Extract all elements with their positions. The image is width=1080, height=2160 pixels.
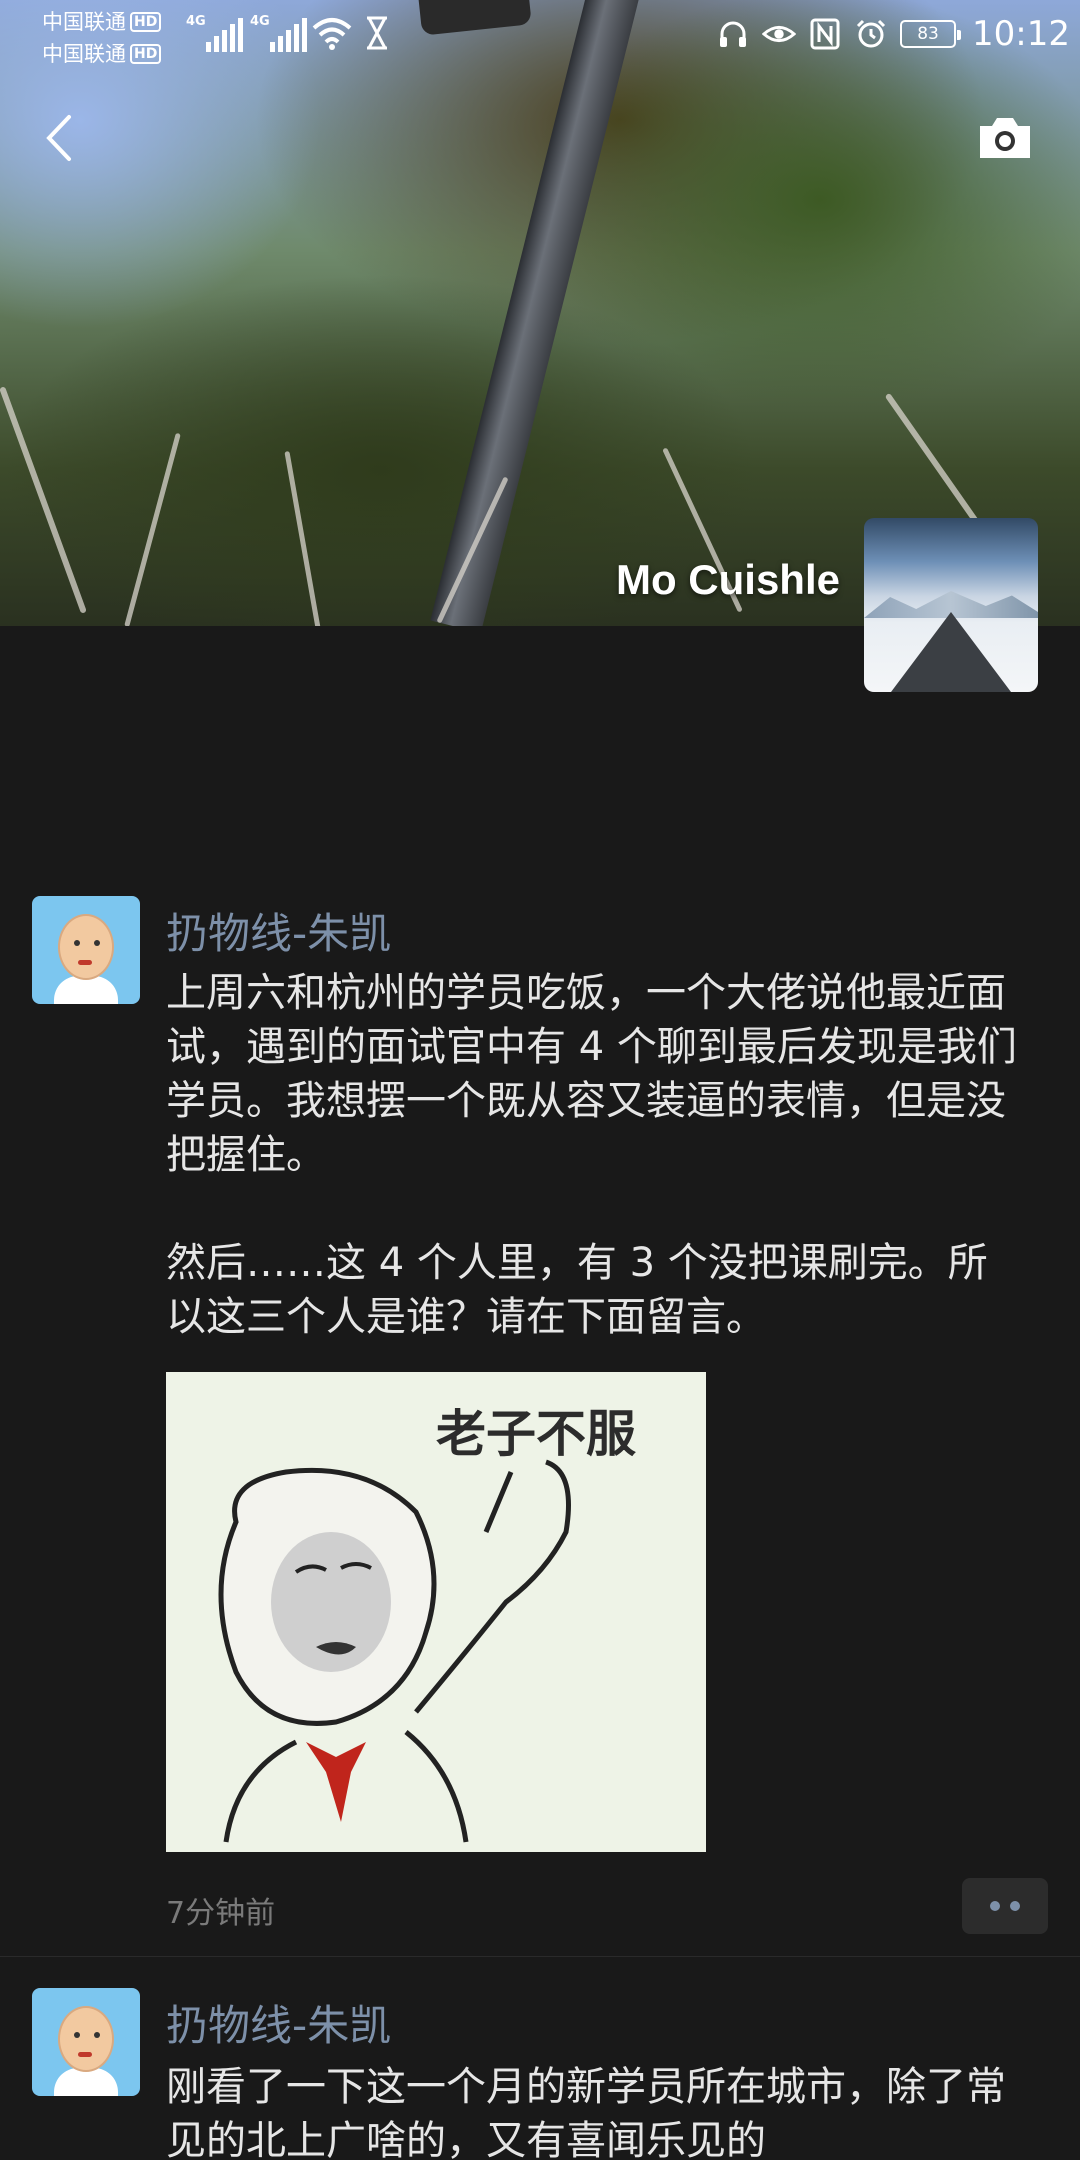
carrier-label: 中国联通	[42, 42, 126, 66]
dot	[1010, 1901, 1020, 1911]
signal-icon	[270, 12, 307, 52]
dot	[990, 1901, 1000, 1911]
hd-badge: HD	[130, 44, 162, 64]
tree-branch	[284, 450, 321, 626]
avatar-head	[58, 2006, 114, 2072]
signal-icon	[206, 12, 243, 52]
post-author-avatar[interactable]	[32, 896, 140, 1004]
avatar-mouth	[78, 960, 92, 965]
status-icons: 83 10:12	[716, 14, 1070, 54]
post-divider	[0, 1956, 1080, 1957]
tree-branch	[884, 392, 982, 528]
avatar-body	[54, 976, 118, 1004]
back-chevron-icon	[46, 115, 71, 161]
camera-icon	[980, 118, 1030, 158]
post-author-name[interactable]: 扔物线-朱凯	[166, 900, 391, 961]
post-time: 7分钟前	[166, 1896, 276, 1931]
network-type-label: 4G	[250, 14, 270, 29]
tree-branch	[124, 432, 181, 626]
wifi-icon	[312, 16, 352, 54]
avatar-head	[58, 914, 114, 980]
hd-badge: HD	[130, 12, 162, 32]
more-actions-button[interactable]	[962, 1878, 1048, 1934]
post-author-name[interactable]: 扔物线-朱凯	[166, 1992, 391, 2053]
profile-user-name[interactable]: Mo Cuishle	[616, 556, 840, 604]
avatar-road	[891, 612, 1011, 692]
headphones-icon	[716, 17, 750, 51]
alarm-icon	[854, 17, 888, 51]
post-author-avatar[interactable]	[32, 1988, 140, 2096]
avatar-body	[54, 2068, 118, 2096]
avatar-eye	[74, 2032, 80, 2038]
battery-level: 83	[917, 24, 939, 44]
nfc-icon	[808, 17, 842, 51]
post-image[interactable]: 老子不服	[166, 1372, 706, 1852]
avatar-eye	[74, 940, 80, 946]
network-type-label: 4G	[186, 14, 206, 29]
carrier-label: 中国联通	[42, 10, 126, 34]
carrier-row: 中国联通 HD	[42, 38, 162, 70]
clock: 10:12	[972, 14, 1070, 54]
camera-button[interactable]	[970, 108, 1040, 168]
image-caption: 老子不服	[436, 1405, 636, 1463]
post-text: 刚看了一下这一个月的新学员所在城市，除了常见的北上广啥的，又有喜闻乐见的	[166, 2064, 1006, 2160]
hourglass-icon	[364, 16, 390, 54]
profile-avatar[interactable]	[864, 518, 1038, 692]
avatar-eye	[94, 2032, 100, 2038]
post-text: 上周六和杭州的学员吃饭，一个大佬说他最近面试，遇到的面试官中有 4 个聊到最后发…	[166, 970, 1017, 1340]
battery-icon: 83	[900, 20, 962, 48]
avatar-mouth	[78, 2052, 92, 2057]
eye-icon	[762, 17, 797, 51]
carrier-info: 中国联通 HD 中国联通 HD	[42, 6, 162, 70]
back-button[interactable]	[30, 110, 86, 166]
carrier-row: 中国联通 HD	[42, 6, 162, 38]
avatar-eye	[94, 940, 100, 946]
lamp-pole	[430, 0, 641, 626]
tree-branch	[0, 386, 87, 614]
status-bar: 中国联通 HD 中国联通 HD 4G 4G 83 10:12	[0, 0, 1080, 72]
